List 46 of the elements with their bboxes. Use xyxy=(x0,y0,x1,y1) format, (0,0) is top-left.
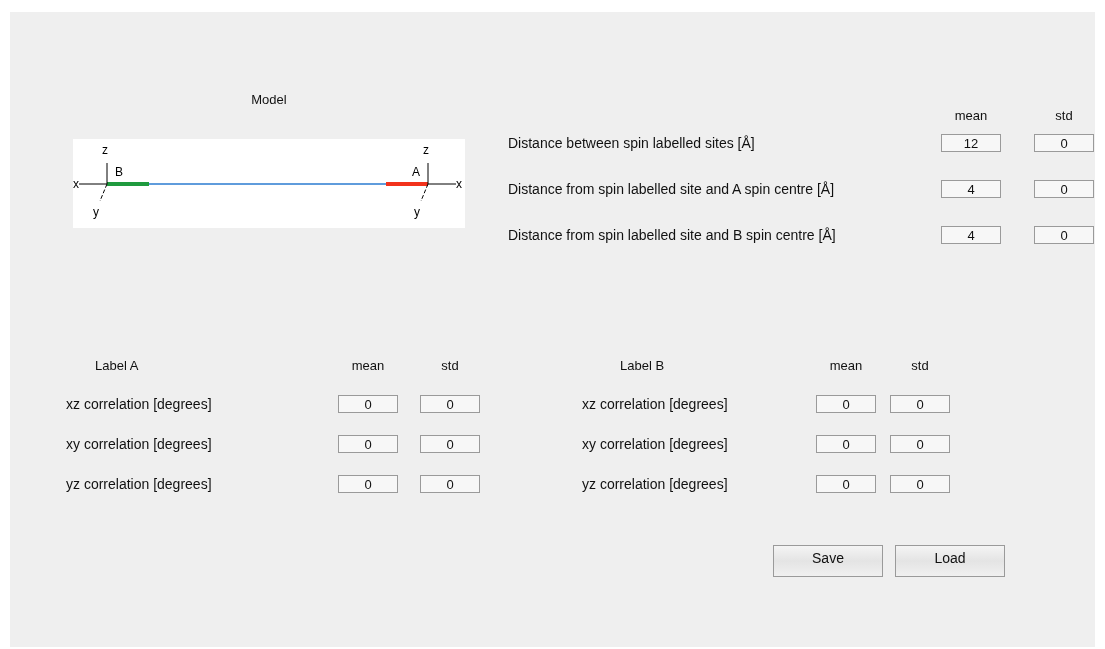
number-field[interactable]: 0 xyxy=(1034,226,1094,244)
number-field[interactable]: 0 xyxy=(816,475,876,493)
site-label: B xyxy=(115,165,123,179)
button[interactable]: Load xyxy=(895,545,1005,577)
field-label: Distance from spin labelled site and B spin centre [Å] xyxy=(508,227,837,243)
column-header: std xyxy=(910,358,930,373)
number-field[interactable]: 0 xyxy=(890,475,950,493)
axis-label: y xyxy=(414,205,420,219)
group-title: Label A xyxy=(94,358,140,373)
column-header: mean xyxy=(953,107,989,123)
axis-label: y xyxy=(93,205,99,219)
site-label: A xyxy=(412,165,420,179)
number-field[interactable]: 0 xyxy=(1034,134,1094,152)
number-field[interactable]: 0 xyxy=(1034,180,1094,198)
number-field[interactable]: 0 xyxy=(338,395,398,413)
field-label: xy correlation [degrees] xyxy=(66,436,213,452)
number-field[interactable]: 0 xyxy=(338,435,398,453)
number-field[interactable]: 0 xyxy=(420,395,480,413)
button[interactable]: Save xyxy=(773,545,883,577)
axis-label: z xyxy=(423,143,429,157)
model-title: Model xyxy=(251,92,287,107)
axis-label: z xyxy=(102,143,108,157)
column-header: std xyxy=(1054,107,1074,123)
field-label: Distance from spin labelled site and A spin centre [Å] xyxy=(508,181,836,197)
field-label: xy correlation [degrees] xyxy=(582,436,729,452)
number-field[interactable]: 0 xyxy=(890,395,950,413)
field-label: yz correlation [degrees] xyxy=(66,476,213,492)
field-label: xz correlation [degrees] xyxy=(582,396,729,412)
field-label: xz correlation [degrees] xyxy=(66,396,213,412)
number-field[interactable]: 0 xyxy=(890,435,950,453)
group-title: Label B xyxy=(619,358,666,373)
column-header: mean xyxy=(828,358,864,373)
axis-label: x xyxy=(73,177,79,191)
field-label: Distance between spin labelled sites [Å] xyxy=(508,135,756,151)
column-header: mean xyxy=(350,358,386,373)
number-field[interactable]: 4 xyxy=(941,180,1001,198)
number-field[interactable]: 0 xyxy=(338,475,398,493)
number-field[interactable]: 0 xyxy=(816,395,876,413)
number-field[interactable]: 0 xyxy=(816,435,876,453)
number-field[interactable]: 0 xyxy=(420,435,480,453)
field-label: yz correlation [degrees] xyxy=(582,476,729,492)
column-header: std xyxy=(440,358,460,373)
number-field[interactable]: 12 xyxy=(941,134,1001,152)
number-field[interactable]: 0 xyxy=(420,475,480,493)
axis-label: x xyxy=(456,177,462,191)
number-field[interactable]: 4 xyxy=(941,226,1001,244)
